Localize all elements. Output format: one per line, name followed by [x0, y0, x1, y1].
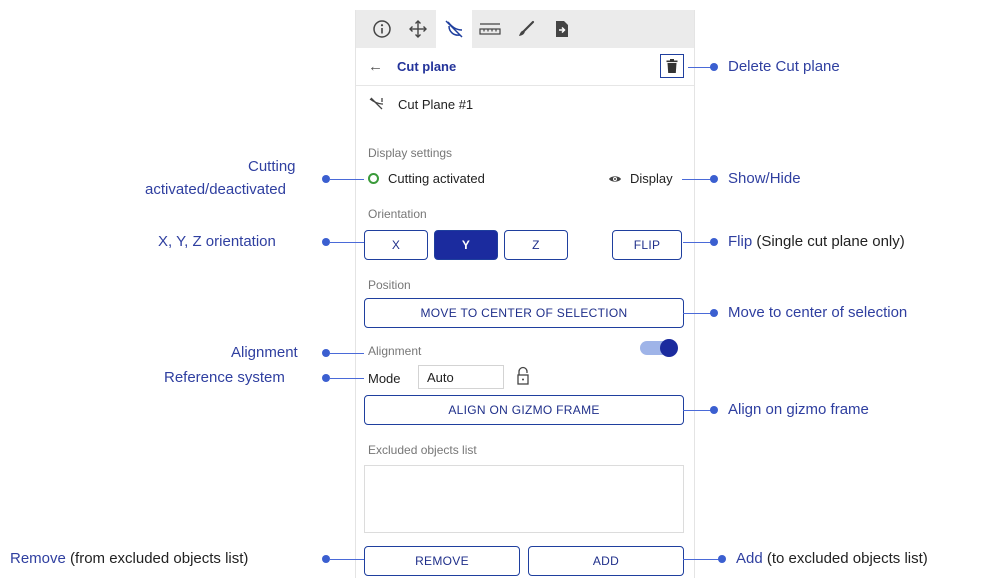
annotation-cutting-line1: Cutting [248, 158, 296, 175]
excluded-objects-label: Excluded objects list [368, 443, 477, 457]
delete-dot [710, 63, 718, 71]
delete-cut-plane-button[interactable] [660, 54, 684, 78]
info-icon[interactable] [364, 10, 400, 48]
back-arrow-icon[interactable]: ← [368, 58, 383, 75]
annotation-alignment: Alignment [231, 344, 298, 361]
alignment-dot [322, 349, 330, 357]
trash-icon [666, 59, 678, 73]
header-title: Cut plane [397, 59, 457, 74]
add-connector [683, 559, 720, 560]
cutting-dot [322, 175, 330, 183]
brush-icon[interactable] [508, 10, 544, 48]
eye-icon [609, 175, 621, 182]
alignment-toggle[interactable] [640, 339, 678, 357]
reference-connector [330, 378, 364, 379]
flip-connector [683, 242, 712, 243]
orientation-label: Orientation [368, 207, 427, 221]
annotation-delete: Delete Cut plane [728, 58, 840, 75]
remove-connector [330, 559, 364, 560]
aligngizmo-dot [710, 406, 718, 414]
remove-dot [322, 555, 330, 563]
add-button[interactable]: ADD [528, 546, 684, 576]
reference-dot [322, 374, 330, 382]
movecenter-connector [683, 313, 712, 314]
cut-plane-small-icon [369, 97, 384, 110]
align-gizmo-button[interactable]: ALIGN ON GIZMO FRAME [364, 395, 684, 425]
position-label: Position [368, 278, 411, 292]
orientation-y-button[interactable]: Y [434, 230, 498, 260]
xyz-connector [330, 242, 364, 243]
export-icon[interactable] [544, 10, 580, 48]
panel-header: ← Cut plane [356, 48, 694, 86]
annotation-add-main: Add [736, 550, 763, 567]
orientation-x-button[interactable]: X [364, 230, 428, 260]
alignment-label: Alignment [368, 344, 422, 358]
plane-row: Cut Plane #1 [368, 96, 473, 112]
cutting-status: Cutting activated [388, 171, 485, 186]
plane-name: Cut Plane #1 [398, 96, 474, 112]
display-label: Display [630, 171, 673, 186]
cutting-connector [330, 179, 364, 180]
cutting-toggle[interactable]: Cutting activated [368, 171, 485, 186]
annotation-xyz: X, Y, Z orientation [158, 233, 276, 250]
annotation-remove-main: Remove [10, 550, 66, 567]
annotation-cutting-line2: activated/deactivated [145, 181, 286, 198]
annotation-flip: Flip (Single cut plane only) [728, 233, 905, 250]
add-dot [718, 555, 726, 563]
status-ring-icon [368, 173, 379, 184]
orientation-z-button[interactable]: Z [504, 230, 568, 260]
move-to-center-button[interactable]: MOVE TO CENTER OF SELECTION [364, 298, 684, 328]
toolbar [356, 10, 694, 48]
mode-select[interactable]: Auto [418, 365, 504, 389]
remove-button[interactable]: REMOVE [364, 546, 520, 576]
annotation-reference: Reference system [164, 369, 285, 386]
ruler-icon[interactable] [472, 10, 508, 48]
annotation-remove: Remove (from excluded objects list) [10, 550, 248, 567]
aligngizmo-connector [683, 410, 712, 411]
move-icon[interactable] [400, 10, 436, 48]
delete-connector [688, 67, 712, 68]
unlock-icon[interactable] [516, 366, 530, 386]
annotation-remove-note: (from excluded objects list) [70, 550, 249, 567]
annotation-add-note: (to excluded objects list) [766, 550, 928, 567]
mode-label: Mode [368, 371, 401, 386]
toggle-knob [660, 339, 678, 357]
display-settings-label: Display settings [368, 146, 453, 160]
showhide-dot [710, 175, 718, 183]
excluded-objects-list[interactable] [364, 465, 684, 533]
display-toggle[interactable]: Display [608, 171, 673, 186]
alignment-connector [330, 353, 364, 354]
flip-button[interactable]: FLIP [612, 230, 682, 260]
showhide-connector [682, 179, 712, 180]
cut-plane-panel: ← Cut plane Cut Plane #1 Display setting… [355, 10, 695, 578]
annotation-add: Add (to excluded objects list) [736, 550, 928, 567]
annotation-move-center: Move to center of selection [728, 304, 908, 321]
cut-plane-icon[interactable] [436, 10, 472, 48]
annotation-flip-main: Flip [728, 233, 753, 250]
annotation-flip-note: (Single cut plane only) [756, 233, 905, 250]
flip-dot [710, 238, 718, 246]
annotation-show-hide: Show/Hide [728, 170, 801, 187]
annotation-align-gizmo: Align on gizmo frame [728, 401, 869, 418]
xyz-dot [322, 238, 330, 246]
movecenter-dot [710, 309, 718, 317]
